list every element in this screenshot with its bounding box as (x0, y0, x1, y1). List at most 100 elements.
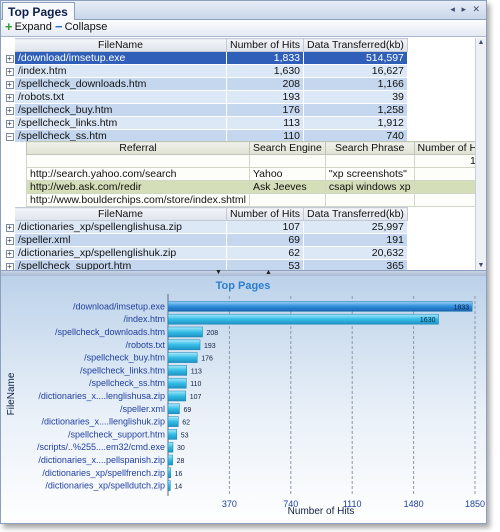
bar (167, 403, 180, 415)
cell-filename: /dictionaries_xp/spellenglishusa.zip (14, 220, 227, 234)
cell-engine (248, 193, 326, 207)
col-header-hits[interactable]: Number of Hits (225, 38, 305, 52)
cell-filename: /speller.xml (14, 233, 227, 247)
table-row[interactable]: + /robots.txt 193 39 (4, 90, 408, 104)
cell-filename: /spellcheck_links.htm (14, 116, 227, 130)
col-header-hits[interactable]: Number of Hits (225, 207, 305, 221)
collapse-toggle[interactable]: − (4, 129, 15, 143)
collapse-button[interactable]: − Collapse (55, 19, 108, 34)
expand-toggle[interactable]: + (4, 233, 15, 247)
cell-data: 20,632 (303, 246, 408, 260)
splitter-up-icon[interactable]: ▲ (265, 269, 272, 276)
splitter-down-icon[interactable]: ▼ (215, 269, 222, 276)
expand-plus-icon: + (5, 67, 14, 76)
cell-referral: http://web.ask.com/redir (26, 180, 250, 194)
cell-referral: http://search.yahoo.com/search (26, 167, 250, 181)
table-row[interactable]: + /speller.xml 69 191 (4, 233, 408, 247)
cell-data: 1,912 (303, 116, 408, 130)
expand-toggle[interactable]: + (4, 77, 15, 91)
cell-hits: 1,630 (225, 64, 305, 78)
table-row[interactable]: + /spellcheck_buy.htm 176 1,258 (4, 103, 408, 117)
cell-filename: /spellcheck_downloads.htm (14, 77, 227, 91)
table-row[interactable]: + /spellcheck_downloads.htm 208 1,166 (4, 77, 408, 91)
expand-toggle[interactable]: + (4, 246, 15, 260)
expand-toggle[interactable]: + (4, 51, 15, 65)
value-label: 14 (174, 484, 182, 491)
cell-data: 25,997 (303, 220, 408, 234)
subgrid-row[interactable]: http://www.boulderchips.com/store/index.… (26, 193, 486, 207)
grid-scrollbar[interactable]: ▲ ▼ (475, 38, 486, 271)
x-tick-label: 1480 (404, 499, 424, 509)
bar (167, 454, 173, 466)
minus-icon: − (55, 19, 63, 34)
toolbar: + Expand − Collapse (1, 20, 486, 37)
expand-button[interactable]: + Expand (5, 20, 52, 33)
col-header-filename[interactable]: FileName (14, 207, 227, 221)
expand-plus-icon: + (5, 80, 14, 89)
bar (167, 313, 439, 325)
x-tick-label: 370 (222, 499, 237, 509)
col-header-filename[interactable]: FileName (14, 38, 227, 52)
subgrid-row[interactable]: 107 (26, 154, 486, 168)
col-header-data[interactable]: Data Transferred(kb) (303, 38, 408, 52)
category-label: /dictionaries_xp/spellfrench.zip (42, 468, 165, 478)
col-header-search-engine[interactable]: Search Engine (248, 141, 326, 155)
expand-plus-icon: + (5, 223, 14, 232)
expand-label: Expand (14, 21, 52, 33)
cell-phrase: "xp screenshots" (324, 167, 415, 181)
collapse-minus-icon: − (5, 132, 14, 141)
bar (167, 301, 473, 312)
window-controls[interactable]: ◂ ▸ ✕ (450, 4, 482, 15)
value-label: 176 (201, 356, 213, 363)
table-row[interactable]: + /index.htm 1,630 16,627 (4, 64, 408, 78)
subgrid-row[interactable]: http://web.ask.com/redir Ask Jeeves csap… (26, 180, 486, 194)
value-label: 107 (190, 394, 202, 401)
grid-header: FileName Number of Hits Data Transferred… (4, 38, 408, 52)
cell-referral (26, 154, 250, 168)
table-row[interactable]: + /download/imsetup.exe 1,833 514,597 (4, 51, 408, 65)
expand-toggle[interactable]: + (4, 220, 15, 234)
x-tick-label: 1850 (465, 499, 485, 509)
expand-plus-icon: + (5, 106, 14, 115)
value-label: 62 (182, 420, 190, 427)
value-label: 16 (175, 471, 183, 478)
bar (167, 390, 187, 402)
table-row[interactable]: + /dictionaries_xp/spellenglishuk.zip 62… (4, 246, 408, 260)
category-label: /download/imsetup.exe (73, 301, 165, 311)
category-label: /dictionaries_x....llenglishuk.zip (41, 417, 165, 427)
x-axis-label: Number of Hits (288, 506, 355, 517)
value-label: 28 (177, 458, 185, 465)
window-title-tab[interactable]: Top Pages (2, 2, 75, 20)
bar (167, 467, 171, 479)
scroll-up-icon[interactable]: ▲ (476, 38, 486, 48)
cell-filename: /robots.txt (14, 90, 227, 104)
top-pages-chart: Top Pages370 740 1110 1480 1850/download/ims… (6, 280, 485, 517)
cell-data: 39 (303, 90, 408, 104)
col-header-referral[interactable]: Referral (26, 141, 250, 155)
expand-toggle[interactable]: + (4, 103, 15, 117)
expand-plus-icon: + (5, 236, 14, 245)
collapse-label: Collapse (64, 21, 108, 33)
col-header-data[interactable]: Data Transferred(kb) (303, 207, 408, 221)
expand-toggle[interactable]: + (4, 64, 15, 78)
expand-plus-icon: + (5, 119, 14, 128)
chart-title: Top Pages (216, 280, 271, 292)
value-label: 53 (181, 432, 189, 439)
col-header-search-phrase[interactable]: Search Phrase (324, 141, 415, 155)
subgrid-row[interactable]: http://search.yahoo.com/search Yahoo "xp… (26, 167, 486, 181)
category-label: /spellcheck_links.htm (80, 365, 165, 375)
chart-pane: Top Pages 370 740 1110 1480 1850/download/ims… (1, 276, 486, 523)
category-label: /robots.txt (125, 340, 165, 350)
cell-filename: /index.htm (14, 64, 227, 78)
table-row[interactable]: + /spellcheck_links.htm 113 1,912 (4, 116, 408, 130)
bar (167, 377, 187, 389)
expand-plus-icon: + (5, 249, 14, 258)
y-axis-label: FileName (6, 372, 17, 415)
expand-toggle[interactable]: + (4, 116, 15, 130)
bar (167, 339, 201, 351)
bar (167, 365, 188, 376)
table-row[interactable]: + /dictionaries_xp/spellenglishusa.zip 1… (4, 220, 408, 234)
cell-filename: /download/imsetup.exe (14, 51, 227, 65)
expand-toggle[interactable]: + (4, 90, 15, 104)
cell-hits: 176 (225, 103, 305, 117)
